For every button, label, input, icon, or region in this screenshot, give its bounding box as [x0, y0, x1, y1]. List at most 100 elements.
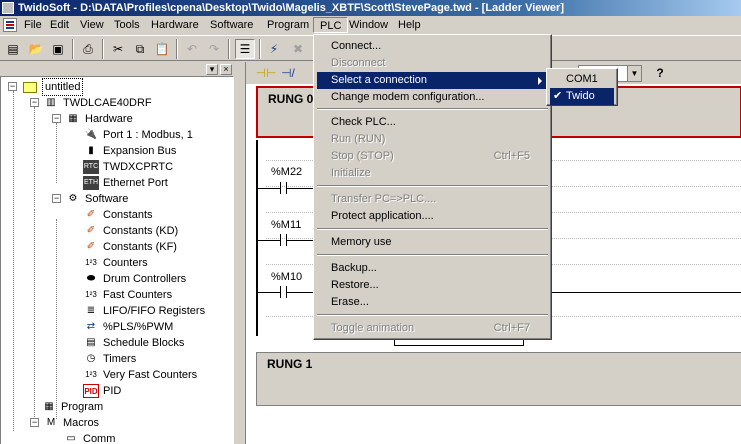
tree-node-drum-controllers[interactable]: ⬬ Drum Controllers	[83, 271, 186, 287]
tree-node-constants[interactable]: ✐ Constants	[83, 207, 153, 223]
tree-node-software[interactable]: − ⚙ Software	[49, 191, 128, 207]
plc-menu-item-erase[interactable]: Erase...	[317, 294, 548, 311]
macros-icon: M	[46, 417, 56, 428]
plc-menu-item-initialize: Initialize	[317, 165, 548, 182]
tree-node-timers[interactable]: ◷ Timers	[83, 351, 137, 367]
tree-node-hardware[interactable]: − ▦ Hardware	[49, 111, 133, 127]
menu-separator	[317, 314, 548, 316]
plc-menu-item-restore[interactable]: Restore...	[317, 277, 548, 294]
submenu-arrow-icon	[538, 77, 542, 85]
undo-icon[interactable]: ↶	[182, 39, 202, 59]
tree-node-fast-counters[interactable]: 1²3 Fast Counters	[83, 287, 172, 303]
pane-splitter[interactable]	[234, 62, 245, 444]
redo-icon[interactable]: ↷	[204, 39, 224, 59]
open-folder-icon[interactable]: 📂	[26, 39, 46, 59]
menu-item-label: Transfer PC=>PLC....	[331, 193, 437, 205]
menu-separator	[317, 228, 548, 230]
cut-icon[interactable]: ✂	[108, 39, 128, 59]
menu-item-shortcut: Ctrl+F7	[493, 322, 530, 334]
tree-view[interactable]: − untitled − ▥ TWDLCAE40DRF − ▦ Hardware…	[0, 76, 234, 444]
insert-contact-icon[interactable]: ⊣⊢	[256, 63, 277, 83]
plc-menu-item-connect[interactable]: Connect...	[317, 38, 548, 55]
menu-item-label: Memory use	[331, 236, 392, 248]
minimize-pane-icon[interactable]: ▾	[206, 64, 218, 75]
close-pane-icon[interactable]: ×	[220, 64, 232, 75]
plc-menu-item-protect-application[interactable]: Protect application....	[317, 208, 548, 225]
tree-node-root[interactable]: − untitled	[5, 78, 84, 96]
menu-separator	[317, 254, 548, 256]
menu-edit[interactable]: Edit	[44, 17, 75, 33]
menu-help[interactable]: Help	[392, 17, 427, 33]
menu-tools[interactable]: Tools	[108, 17, 146, 33]
menu-item-label: Erase...	[331, 296, 369, 308]
tree-node-ethernet[interactable]: ETH Ethernet Port	[83, 175, 168, 191]
tree-node-counters[interactable]: 1²3 Counters	[83, 255, 147, 271]
checkmark-icon: ✔	[553, 90, 563, 102]
tree-node-schedule-blocks[interactable]: ▤ Schedule Blocks	[83, 335, 184, 351]
constants-kf-icon: ✐	[86, 241, 96, 252]
document-icon[interactable]	[3, 18, 17, 32]
menu-software[interactable]: Software	[204, 17, 259, 33]
menu-item-label: Toggle animation	[331, 322, 415, 334]
connection-submenu: COM1 ✔ Twido	[546, 68, 618, 106]
insert-coil-icon[interactable]: ⊣/	[278, 63, 298, 83]
menu-program[interactable]: Program	[261, 17, 315, 33]
title-bar: TwidoSoft - D:\DATA\Profiles\cpena\Deskt…	[0, 0, 741, 16]
tree-node-expansion-bus[interactable]: ▮ Expansion Bus	[83, 143, 176, 159]
plc-menu: Connect... Disconnect Select a connection C…	[313, 34, 552, 340]
tree-view-icon[interactable]: ☰	[235, 39, 255, 59]
menu-bar: File Edit View Tools Hardware Software P…	[0, 16, 741, 34]
program-icon: ▦	[44, 401, 54, 412]
tree-node-constants-kd[interactable]: ✐ Constants (KD)	[83, 223, 178, 239]
tree-node-program[interactable]: ▦ Program	[41, 399, 103, 415]
menu-view[interactable]: View	[74, 17, 110, 33]
tree-node-port1[interactable]: 🔌 Port 1 : Modbus, 1	[83, 127, 193, 143]
copy-icon[interactable]: ⧉	[130, 39, 150, 59]
plc-menu-item-backup[interactable]: Backup...	[317, 260, 548, 277]
hardware-icon: ▦	[68, 113, 78, 124]
pls-pwm-icon: ⇄	[86, 321, 96, 332]
connection-item-twido[interactable]: ✔ Twido	[550, 88, 614, 105]
fast-counters-icon: 1²3	[85, 290, 97, 299]
constants-kd-icon: ✐	[86, 225, 96, 236]
menu-item-label: Select a connection	[331, 74, 428, 86]
drum-icon: ⬬	[86, 273, 96, 284]
menu-item-label: Connect...	[331, 40, 382, 52]
plc-menu-item-check-plc[interactable]: Check PLC...	[317, 114, 548, 131]
tree-node-constants-kf[interactable]: ✐ Constants (KF)	[83, 239, 177, 255]
expansion-bus-icon: ▮	[88, 145, 94, 156]
rtc-icon: RTC	[83, 160, 99, 174]
menu-item-label: Disconnect	[331, 57, 386, 69]
disconnect-icon[interactable]: ✖	[288, 39, 308, 59]
plc-menu-item-stop-stop: Stop (STOP) Ctrl+F5	[317, 148, 548, 165]
tree-node-rtc[interactable]: RTC TWDXCPRTC	[83, 159, 173, 175]
comm-icon: ▭	[66, 433, 76, 444]
pid-icon: PID	[83, 384, 99, 398]
application-browser: ▾ × − untitled − ▥ TWDLCAE40DRF − ▦ Hard…	[0, 62, 234, 444]
chevron-down-icon[interactable]: ▼	[627, 66, 641, 81]
connect-icon[interactable]: ⚡	[264, 39, 284, 59]
rung-1-header[interactable]: RUNG 1	[256, 352, 741, 406]
plc-menu-item-change-modem-configuration[interactable]: Change modem configuration...	[317, 89, 548, 106]
paste-icon[interactable]: 📋	[152, 39, 172, 59]
menu-item-shortcut: Ctrl+F5	[493, 150, 530, 162]
tree-node-comm[interactable]: ▭ Comm	[63, 431, 115, 444]
save-icon[interactable]: ▣	[48, 39, 68, 59]
tree-node-very-fast-counters[interactable]: 1²3 Very Fast Counters	[83, 367, 197, 383]
tree-node-controller[interactable]: − ▥ TWDLCAE40DRF	[27, 95, 152, 111]
plc-menu-item-memory-use[interactable]: Memory use	[317, 234, 548, 251]
print-icon[interactable]: ⎙	[78, 39, 98, 59]
menu-hardware[interactable]: Hardware	[145, 17, 205, 33]
tree-node-pid[interactable]: PID PID	[83, 383, 121, 399]
menu-window[interactable]: Window	[343, 17, 394, 33]
tree-node-lifo-fifo[interactable]: ≣ LIFO/FIFO Registers	[83, 303, 205, 319]
tree-node-pls-pwm[interactable]: ⇄ %PLS/%PWM	[83, 319, 174, 335]
very-fast-counters-icon: 1²3	[85, 370, 97, 379]
connection-item-com1[interactable]: COM1	[550, 71, 614, 88]
contact-label-m11: %M11	[271, 219, 302, 231]
help-icon[interactable]: ?	[650, 63, 670, 83]
tree-node-macros[interactable]: − M Macros	[27, 415, 99, 431]
plc-menu-item-select-a-connection[interactable]: Select a connection	[317, 72, 548, 89]
contact-label-m10: %M10	[271, 271, 303, 283]
new-file-icon[interactable]: ▤	[3, 39, 23, 59]
